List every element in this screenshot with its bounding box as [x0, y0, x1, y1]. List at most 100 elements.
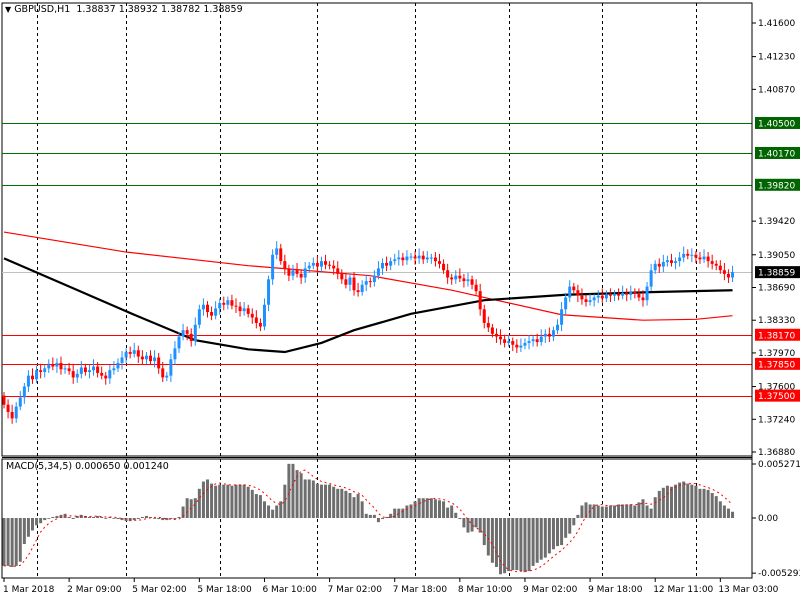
candle-body [503, 339, 507, 343]
candle-body [315, 262, 319, 267]
candle-body [189, 333, 193, 342]
macd-histogram-bar [592, 504, 596, 518]
macd-histogram-bar [340, 488, 344, 518]
candle [661, 254, 665, 273]
macd-histogram-bar [214, 485, 218, 518]
macd-histogram-bar [250, 489, 254, 518]
macd-histogram-bar [197, 488, 201, 518]
candle-body [462, 278, 466, 282]
candle-body [376, 268, 380, 276]
candle-body [47, 364, 51, 369]
candle [482, 304, 486, 329]
symbol-label: GBPUSD,H1 [14, 4, 71, 15]
candle [140, 350, 144, 365]
candle [108, 364, 112, 384]
candle-body [584, 299, 588, 303]
candle-body [10, 412, 14, 419]
candle [710, 254, 714, 270]
candle-body [718, 265, 722, 271]
macd-histogram-bar [446, 507, 450, 518]
candle-body [564, 297, 568, 310]
candle [547, 327, 551, 343]
candle [71, 363, 75, 384]
macd-histogram-bar [608, 505, 612, 518]
macd-histogram-bar [433, 499, 437, 518]
macd-histogram-bar [352, 497, 356, 518]
candle [645, 282, 649, 306]
macd-histogram-bar [633, 505, 637, 518]
candle [649, 263, 653, 292]
candle [393, 253, 397, 265]
macd-label: MACD(5,34,5) [6, 461, 73, 472]
candle-body [661, 262, 665, 267]
candle [319, 256, 323, 273]
candle-body [519, 345, 523, 348]
candle [18, 391, 22, 411]
candle-body [87, 370, 91, 373]
candle-body [140, 356, 144, 360]
candle-body [124, 352, 128, 358]
candle [189, 328, 193, 347]
candle [706, 252, 710, 268]
dropdown-triangle-icon[interactable]: ▼ [5, 5, 11, 14]
macd-histogram-bar [47, 518, 51, 519]
candle [470, 275, 474, 290]
macd-histogram-bar [140, 516, 144, 518]
candle-body [547, 333, 551, 337]
macd-histogram-bar [596, 505, 600, 518]
candle [458, 268, 462, 283]
support-level-badge-label: 1.38170 [758, 331, 795, 341]
candle-body [474, 284, 478, 292]
candle-body [470, 279, 474, 285]
candle-body [551, 330, 555, 337]
candle [348, 273, 352, 292]
macd-histogram-bar [234, 484, 238, 518]
candle-body [608, 294, 612, 296]
candle-body [617, 293, 621, 296]
candle [686, 249, 690, 260]
candle [556, 319, 560, 334]
candle [291, 264, 295, 281]
candle [604, 290, 608, 303]
candle [210, 306, 214, 321]
candle-body [604, 294, 608, 299]
time-tick-label: 6 Mar 10:00 [262, 585, 317, 595]
candle-body [344, 279, 348, 285]
candle-body [417, 255, 421, 259]
candle-body [507, 341, 511, 343]
macd-histogram-bar [527, 518, 531, 572]
candle [43, 364, 47, 378]
candle [364, 274, 368, 292]
macd-histogram-bar [409, 504, 413, 518]
macd-histogram-bar [572, 518, 576, 526]
candle [10, 404, 14, 424]
candle [653, 260, 657, 274]
candle [2, 392, 6, 409]
macd-histogram-bar [682, 481, 686, 518]
candle-body [96, 366, 100, 373]
candle [625, 288, 629, 302]
candle [206, 301, 209, 318]
candle [311, 257, 315, 270]
candle-body [515, 344, 519, 348]
macd-histogram-bar [254, 494, 258, 518]
candle-body [678, 257, 682, 262]
candle-body [55, 362, 59, 367]
chart-canvas[interactable]: 1.41600 1.41230 1.40870 1.39420 1.39050 1.386… [0, 0, 800, 600]
macd-histogram-bar [116, 518, 120, 520]
time-tick-label: 1 Mar 2018 [3, 585, 55, 595]
candle-body [275, 248, 279, 255]
macd-histogram-bar [26, 518, 30, 537]
candle-body [340, 273, 344, 280]
macd-histogram-bar [185, 498, 189, 518]
candle-body [665, 260, 669, 263]
macd-histogram-bar [539, 518, 543, 560]
resistance-level-badge-label: 1.40500 [758, 119, 795, 129]
candle [136, 345, 140, 363]
macd-histogram-bar [230, 485, 234, 518]
macd-signal-line [4, 469, 733, 573]
moving-average-line [3, 231, 733, 321]
macd-histogram-bar [43, 518, 47, 521]
macd-histogram-bar [381, 518, 385, 520]
candle [580, 288, 584, 305]
